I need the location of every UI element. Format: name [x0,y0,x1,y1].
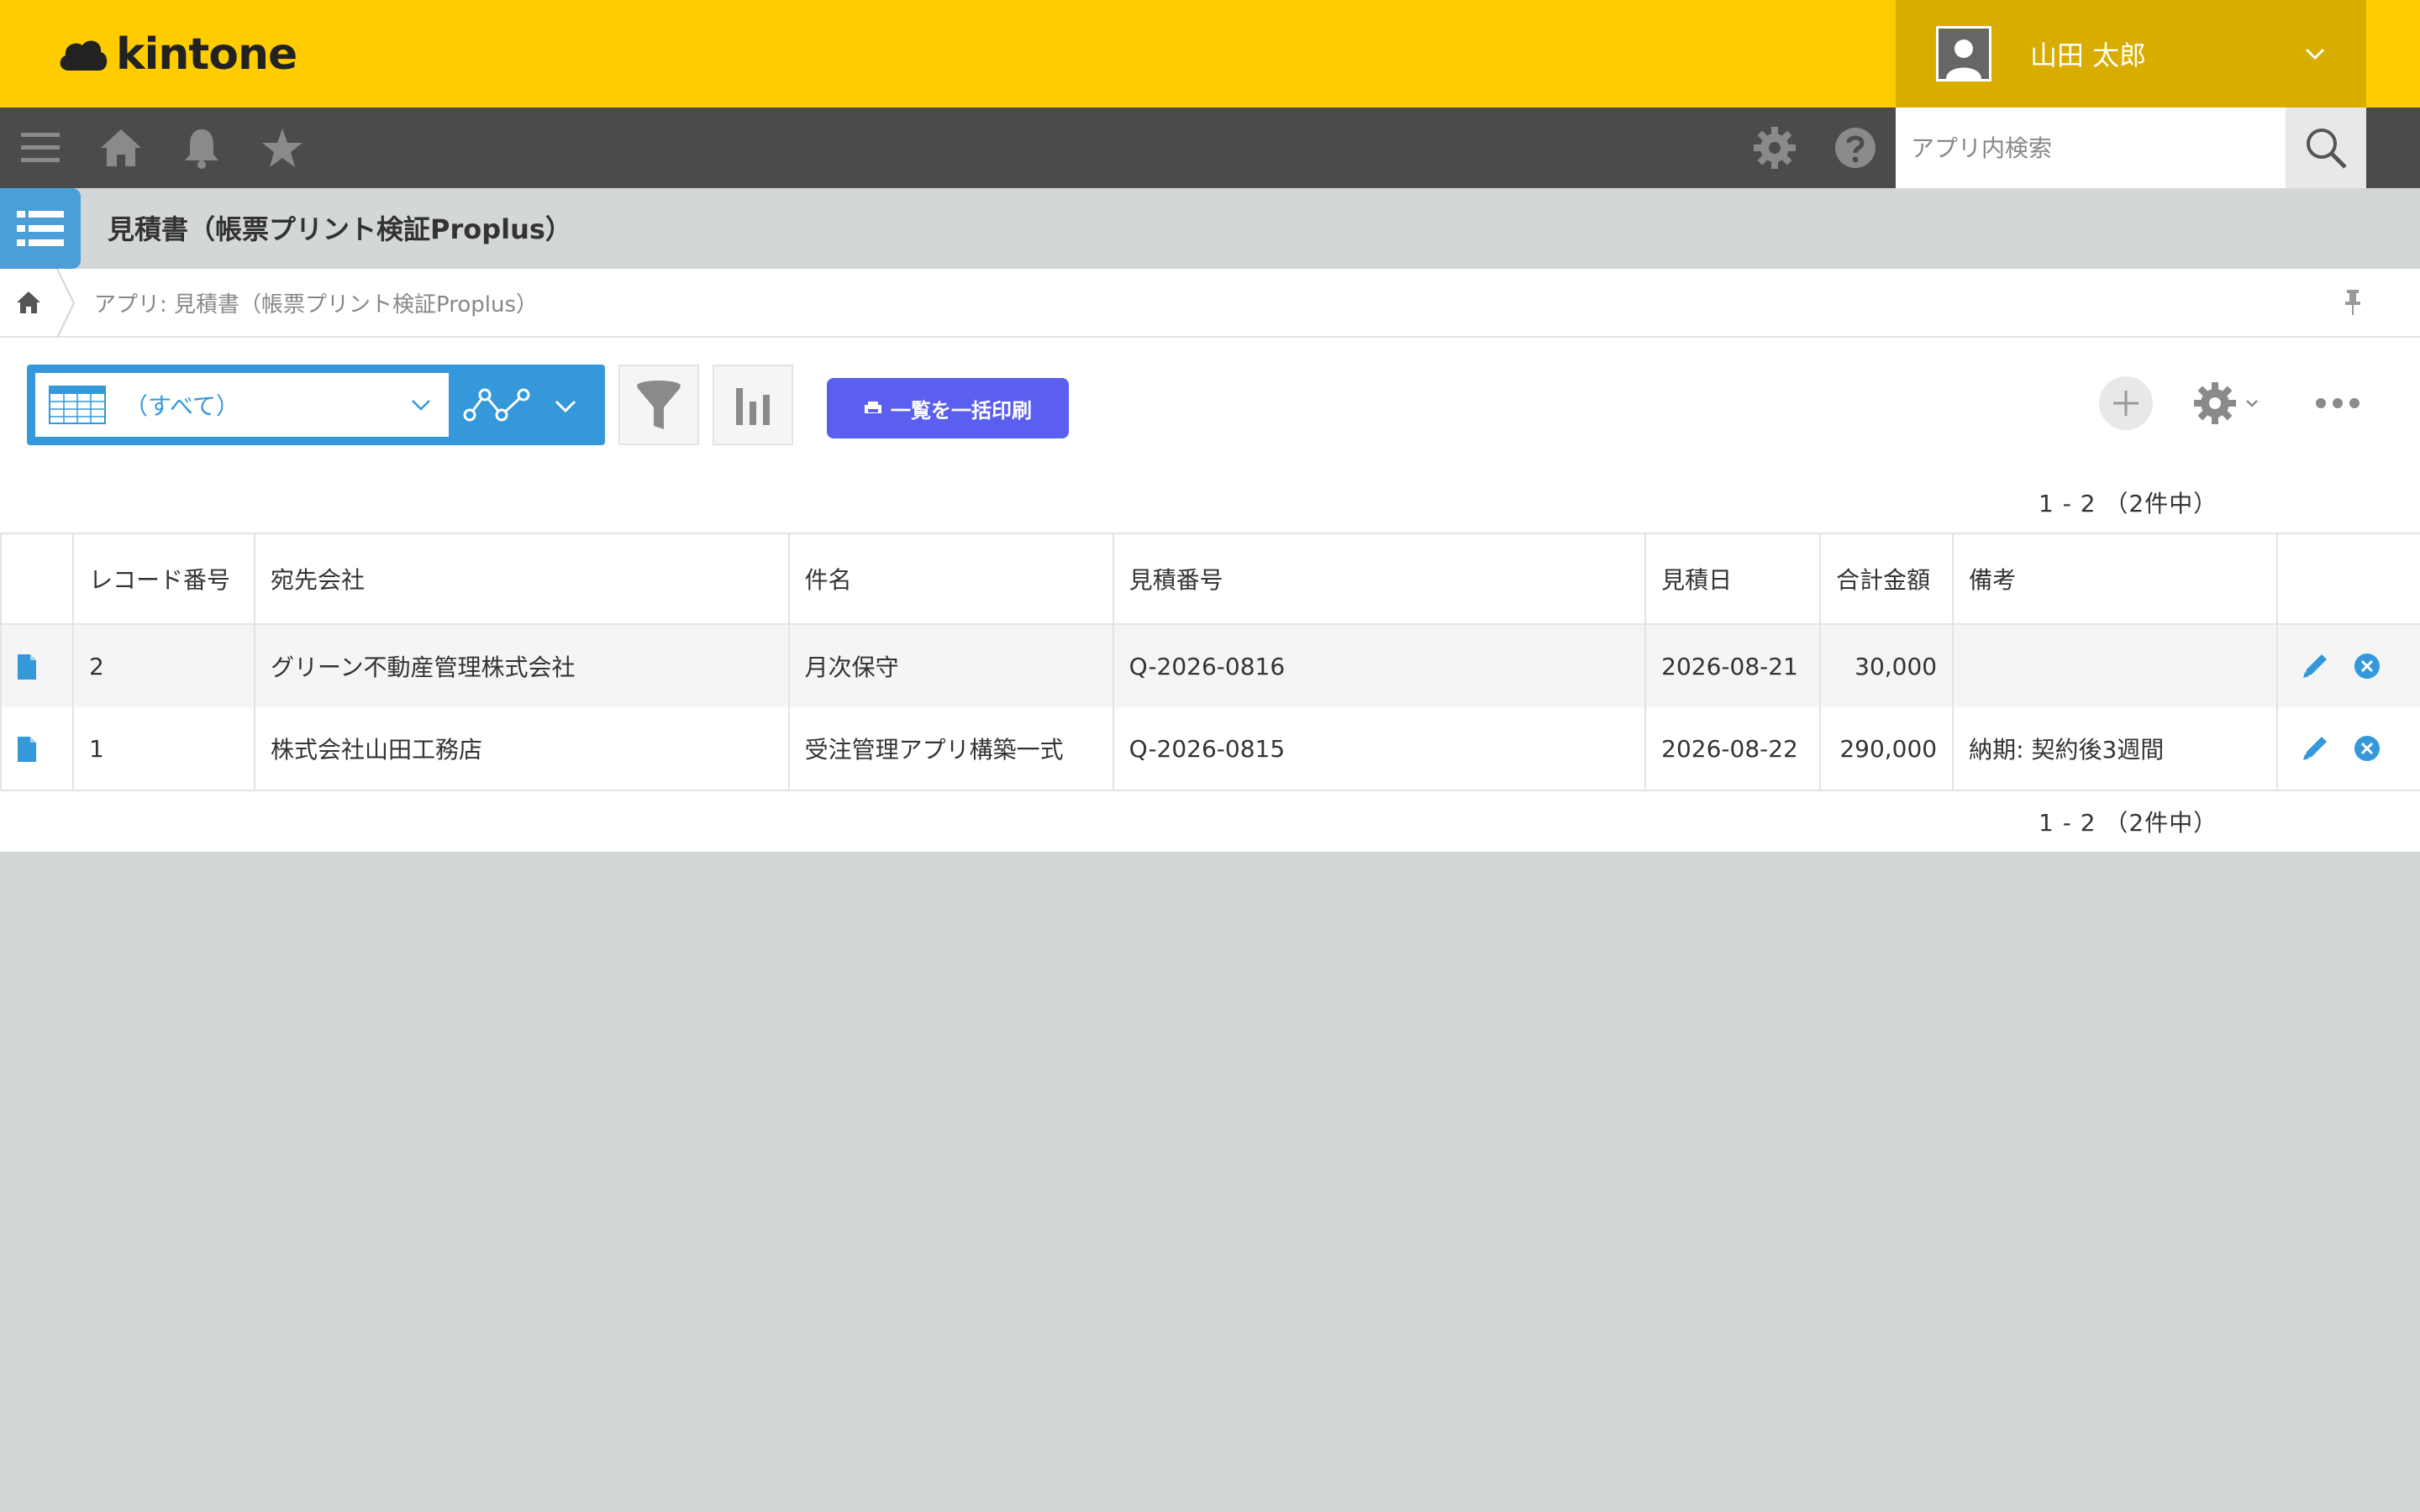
header-actions-blank [0,533,74,625]
cell-note: 納期: 契約後3週間 [1953,707,2278,791]
header-row-actions-blank [2276,533,2420,625]
cell-company: 株式会社山田工務店 [254,707,790,791]
app-search-input[interactable] [1896,108,2286,188]
cell-quote-date: 2026-08-22 [1645,707,1822,791]
chevron-down-icon [2246,400,2258,407]
breadcrumb-home-icon[interactable] [12,286,45,319]
close-circle-icon[interactable] [2352,733,2382,764]
graph-chart-button[interactable] [713,365,793,445]
user-avatar-icon [1936,26,1991,81]
filter-icon [637,381,681,429]
table-row: 2 グリーン不動産管理株式会社 月次保守 Q-2026-0816 2026-08… [0,624,2420,707]
cell-record-number: 1 [72,707,255,791]
view-dropdown[interactable]: （すべて） [35,373,449,437]
header-quote-number[interactable]: 見積番号 [1113,533,1647,625]
close-circle-icon[interactable] [2352,651,2382,681]
row-detail-cell [0,707,74,791]
brand-name: kintone [116,29,297,80]
chevron-down-icon [2305,48,2325,60]
bulk-print-label: 一覧を一括印刷 [891,398,1032,423]
header-company[interactable]: 宛先会社 [254,533,790,625]
gear-icon [2194,382,2236,424]
pager-bottom: 1 - 2 （2件中） [2039,809,2218,837]
row-detail-cell [0,624,74,707]
cell-subject: 月次保守 [788,624,1114,707]
app-list-icon [0,188,81,269]
search-icon [2307,129,2347,169]
cell-record-number: 2 [72,624,255,707]
add-record-button[interactable] [2099,376,2153,430]
filter-button[interactable] [618,365,699,445]
header-total[interactable]: 合計金額 [1820,533,1954,625]
cell-quote-number: Q-2026-0815 [1113,707,1647,791]
user-name: 山田 太郎 [2030,39,2147,71]
cell-note [1953,624,2278,707]
plus-icon [2113,391,2139,416]
star-icon[interactable] [257,123,308,173]
graph-chevron-down-icon[interactable] [551,391,580,420]
home-icon[interactable] [96,123,146,173]
cell-subject: 受注管理アプリ構築一式 [788,707,1114,791]
table-row: 1 株式会社山田工務店 受注管理アプリ構築一式 Q-2026-0815 2026… [0,707,2420,791]
app-settings-button[interactable] [2193,376,2269,430]
app-title: 見積書（帳票プリント検証Proplus） [108,213,572,245]
cell-company: グリーン不動産管理株式会社 [254,624,790,707]
header-record-number[interactable]: レコード番号 [72,533,255,625]
cloud-logo-icon [60,40,108,71]
document-icon[interactable] [17,654,37,680]
header-quote-date[interactable]: 見積日 [1645,533,1822,625]
cell-total: 30,000 [1820,624,1954,707]
pencil-icon[interactable] [2300,733,2330,764]
header-note[interactable]: 備考 [1953,533,2278,625]
more-options-icon[interactable] [2312,386,2363,420]
view-selected-label: （すべて） [124,392,239,420]
user-menu[interactable]: 山田 太郎 [1896,0,2366,108]
printer-icon [865,402,881,413]
search-button[interactable] [2286,108,2366,188]
menu-icon[interactable] [15,123,66,173]
kintone-logo[interactable]: kintone [57,25,297,84]
row-actions-cell [2276,707,2420,791]
cell-quote-number: Q-2026-0816 [1113,624,1647,707]
cell-quote-date: 2026-08-21 [1645,624,1822,707]
pencil-icon[interactable] [2300,651,2330,681]
cell-total: 290,000 [1820,707,1954,791]
breadcrumb: アプリ: 見積書（帳票プリント検証Proplus） [0,269,2420,338]
document-icon[interactable] [17,736,37,763]
header-subject[interactable]: 件名 [788,533,1114,625]
chevron-down-icon [412,400,430,411]
table-view-icon [49,386,106,424]
graph-icon[interactable] [460,376,536,435]
pin-icon[interactable] [2336,286,2370,319]
help-icon[interactable] [1830,123,1881,173]
gear-icon[interactable] [1749,123,1800,173]
breadcrumb-separator [56,269,76,338]
bell-icon[interactable] [176,123,227,173]
breadcrumb-app-link[interactable]: アプリ: 見積書（帳票プリント検証Proplus） [94,287,538,318]
bulk-print-button[interactable]: 一覧を一括印刷 [827,378,1069,438]
pager-top: 1 - 2 （2件中） [2039,490,2218,517]
records-table: レコード番号 宛先会社 件名 見積番号 見積日 合計金額 備考 2 グリーン不動… [0,533,2420,791]
bar-chart-icon [736,388,770,425]
row-actions-cell [2276,624,2420,707]
table-header-row: レコード番号 宛先会社 件名 見積番号 見積日 合計金額 備考 [0,533,2420,625]
